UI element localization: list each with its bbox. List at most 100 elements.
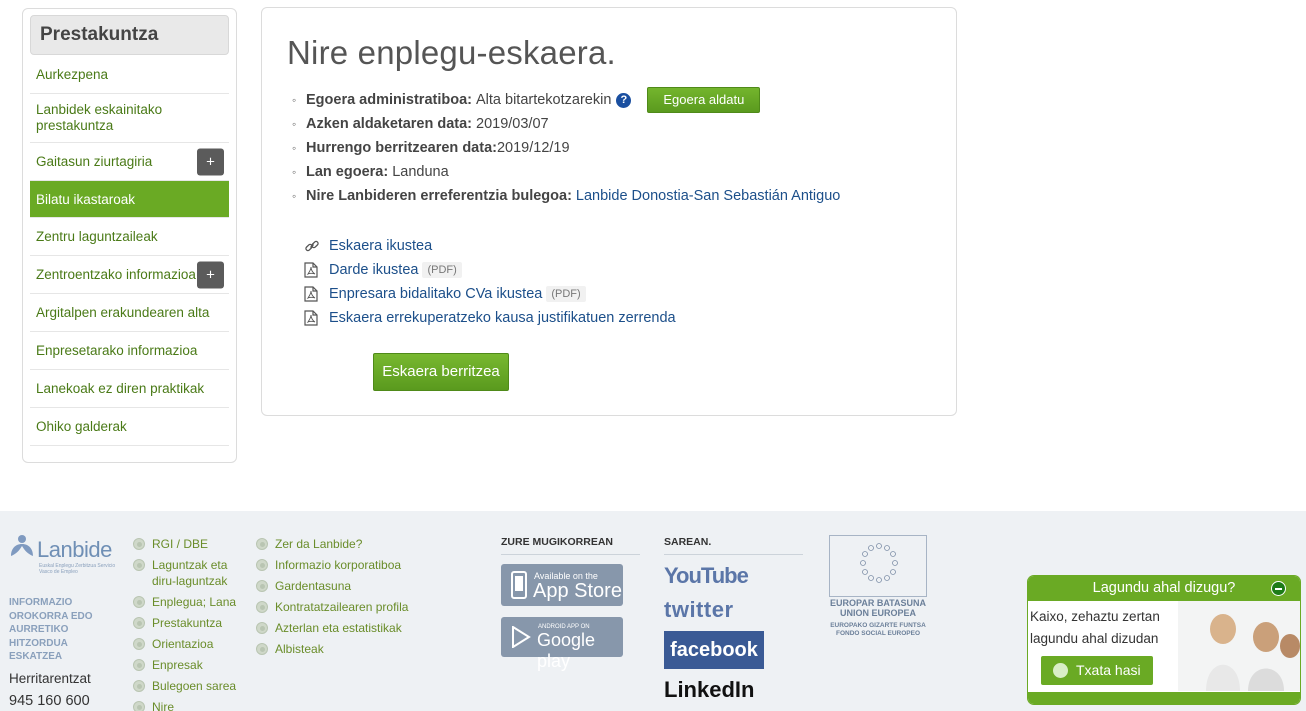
bullet-icon [133,596,145,608]
expand-plus-icon[interactable]: + [197,261,224,288]
footer-link[interactable]: Informazio korporatiboa [256,557,436,573]
chat-header[interactable]: Lagundu ahal dizugu? [1028,576,1300,601]
sidebar: Prestakuntza Aurkezpena Lanbidek eskaini… [22,8,237,463]
footer-link-label: Nire [152,700,175,711]
sidebar-item-lanbidek-prestakuntza[interactable]: Lanbidek eskainitako prestakuntza [30,94,229,143]
lead-line: OROKORRA EDO [9,610,93,622]
sidebar-item-bilatu-ikastaroak[interactable]: Bilatu ikastaroak [30,181,229,218]
renew-application-button[interactable]: Eskaera berritzea [373,353,509,391]
sidebar-item-label: Zentroentzako informazioa [36,267,196,282]
footer-link-label: Albisteak [275,642,324,656]
sidebar-item-label: Bilatu ikastaroak [36,191,136,207]
play-icon [512,626,531,648]
info-office: ◦ Nire Lanbideren erreferentzia bulegoa:… [292,184,840,208]
justified-causes-link[interactable]: Eskaera errekuperatzeko kausa justifikat… [329,310,676,326]
footer-link[interactable]: Enpresak [133,657,238,673]
footer-link[interactable]: Laguntzak eta diru-laguntzak [133,557,238,589]
help-icon[interactable]: ? [616,92,632,108]
bullet-icon [133,538,145,550]
start-chat-button[interactable]: Txata hasi [1041,656,1153,685]
footer-link[interactable]: Azterlan eta estatistikak [256,620,436,636]
sidebar-item-label: Lanbidek eskainitako prestakuntza [36,102,163,133]
sidebar-item-enpresetarako[interactable]: Enpresetarako informazioa [30,332,229,370]
twitter-icon[interactable]: twitter [664,597,734,623]
sidebar-item-label: Lanekoak ez diren praktikak [36,381,205,396]
footer-link[interactable]: Zer da Lanbide? [256,536,436,552]
chat-message: Kaixo, zehaztu zertan lagundu ahal dizud… [1030,609,1160,646]
sidebar-item-label: Gaitasun ziurtagiria [36,154,153,169]
footer-links-col2: Zer da Lanbide? Informazio korporatiboa … [256,536,436,662]
youtube-icon[interactable]: YouTube [664,563,749,589]
view-cv-link[interactable]: Enpresara bidalitako CVa ikustea [329,286,542,302]
footer-link[interactable]: Gardentasuna [256,578,436,594]
link-icon [304,238,329,254]
google-play-button[interactable]: ANDROID APP ON Google play [501,617,623,671]
lead-line: AURRETIKO [9,624,69,635]
eu-stars-icon [860,543,898,583]
bullet-icon: ◦ [292,141,297,155]
sidebar-item-label: Aurkezpena [36,67,109,82]
general-info-heading[interactable]: INFORMAZIO OROKORRA EDO AURRETIKO HITZOR… [9,596,93,664]
sidebar-item-argitalpen[interactable]: Argitalpen erakundearen alta [30,294,229,332]
sidebar-item-ohiko-galderak[interactable]: Ohiko galderak [30,408,229,446]
bullet-icon: ◦ [292,93,297,107]
sidebar-list: Aurkezpena Lanbidek eskainitako prestaku… [30,56,229,446]
sidebar-item-gaitasun[interactable]: Gaitasun ziurtagiria + [30,143,229,181]
footer-link[interactable]: Nire [133,699,238,711]
lead-line: HITZORDUA [9,637,68,649]
view-application-link[interactable]: Eskaera ikustea [329,238,432,254]
bullet-icon [256,601,268,613]
eu-line: FONDO SOCIAL EUROPEO [835,630,921,637]
footer-link-label: RGI / DBE [152,537,209,551]
sidebar-item-label: Zentru laguntzaileak [36,229,158,244]
pdf-tag: (PDF) [546,286,586,302]
expand-plus-icon[interactable]: + [197,148,224,175]
info-last-change: ◦ Azken aldaketaren data: 2019/03/07 [292,112,840,136]
footer-link-label: Bulegoen sarea [152,679,237,693]
chat-widget: Lagundu ahal dizugu? Kaixo, zehaztu zert… [1028,576,1300,704]
link-row: Enpresara bidalitako CVa ikustea (PDF) [304,282,676,306]
logo-subtitle: Euskal Enplegu Zerbitzua Servicio Vasco … [39,563,116,575]
footer-link[interactable]: RGI / DBE [133,536,238,552]
eu-line: EUROPAKO GIZARTE FUNTSA [830,622,926,629]
footer-link[interactable]: Albisteak [256,641,436,657]
sidebar-item-lanekoak[interactable]: Lanekoak ez diren praktikak [30,370,229,408]
link-row: Darde ikustea (PDF) [304,258,676,282]
footer-link[interactable]: Kontratatzailearen profila [256,599,436,615]
app-store-button[interactable]: Available on the App Store [501,564,623,606]
facebook-icon[interactable]: facebook [664,631,764,669]
office-link[interactable]: Lanbide Donostia-San Sebastián Antiguo [576,188,840,204]
chat-title: Lagundu ahal dizugu? [1092,580,1236,596]
info-list: ◦ Egoera administratiboa: Alta bitarteko… [292,87,840,208]
link-row: Eskaera ikustea [304,234,676,258]
linkedin-label: LinkedIn [664,677,755,702]
footer-link[interactable]: Enplegua; Lana [133,594,238,610]
info-work-status: ◦ Lan egoera: Landuna [292,160,840,184]
bullet-icon [256,643,268,655]
bullet-icon: ◦ [292,117,297,131]
linkedin-icon[interactable]: LinkedIn [664,677,754,703]
footer-link[interactable]: Bulegoen sarea [133,678,238,694]
view-darde-link[interactable]: Darde ikustea [329,262,418,278]
youtube-label: YouTube [664,563,749,588]
bullet-icon [133,659,145,671]
minimize-icon[interactable] [1271,581,1286,596]
sidebar-item-zentru-laguntzaileak[interactable]: Zentru laguntzaileak [30,218,229,256]
phone-number[interactable]: 945 160 600 [9,693,90,709]
footer-link[interactable]: Orientazioa [133,636,238,652]
footer-link-label: Informazio korporatiboa [275,558,402,572]
next-renewal-value: 2019/12/19 [496,140,570,156]
bullet-icon [256,622,268,634]
lanbide-logo[interactable]: Lanbide Euskal Enplegu Zerbitzua Servici… [9,534,115,575]
lanbide-logo-icon [11,535,33,556]
sidebar-item-aurkezpena[interactable]: Aurkezpena [30,56,229,94]
sidebar-item-label: Argitalpen erakundearen alta [36,305,210,320]
info-status: ◦ Egoera administratiboa: Alta bitarteko… [292,87,840,113]
logo-text: Lanbide [37,537,112,562]
change-status-button[interactable]: Egoera aldatu [647,87,761,113]
bullet-icon [133,680,145,692]
sidebar-item-zentroentzako[interactable]: Zentroentzako informazioa + [30,256,229,294]
chat-footer-bar [1028,692,1300,704]
esf-label: EUROPAKO GIZARTE FUNTSA FONDO SOCIAL EUR… [823,622,933,638]
footer-link[interactable]: Prestakuntza [133,615,238,631]
